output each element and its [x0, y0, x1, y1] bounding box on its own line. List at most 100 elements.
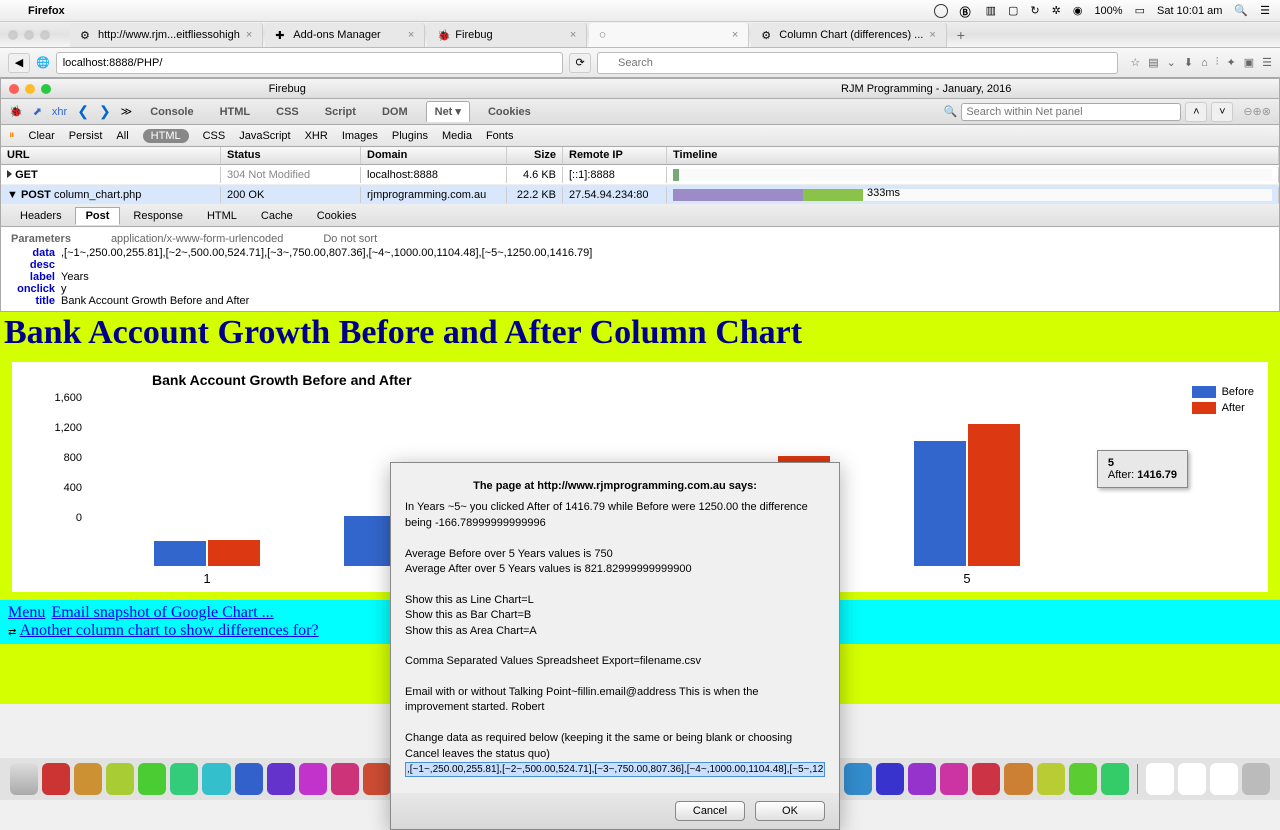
- dock-app-icon[interactable]: [1210, 763, 1238, 795]
- filter-css[interactable]: CSS: [203, 130, 226, 142]
- collapse-icon[interactable]: ▼: [7, 189, 18, 201]
- home-icon[interactable]: ⌂: [1201, 57, 1208, 69]
- next-button[interactable]: ❯: [99, 103, 111, 120]
- col-ip[interactable]: Remote IP: [563, 147, 667, 164]
- minimize-icon[interactable]: ⊖⊕⊗: [1243, 105, 1271, 118]
- close-icon[interactable]: ×: [929, 29, 935, 41]
- dialog-input[interactable]: [405, 762, 825, 777]
- close-icon[interactable]: ×: [732, 29, 738, 41]
- dock-app-icon[interactable]: [1004, 763, 1032, 795]
- tab-console[interactable]: Console: [142, 103, 201, 121]
- subtab-html[interactable]: HTML: [196, 207, 248, 225]
- firebug-icon[interactable]: 🐞: [9, 105, 23, 118]
- url-input[interactable]: [56, 52, 563, 74]
- break-icon[interactable]: ⏸: [9, 129, 15, 142]
- dock-app-icon[interactable]: [138, 763, 166, 795]
- back-button[interactable]: ◀: [8, 53, 30, 73]
- extension-icon[interactable]: ▣: [1244, 56, 1254, 69]
- menu-link[interactable]: Menu: [8, 604, 45, 621]
- filter-clear[interactable]: Clear: [29, 130, 55, 142]
- sidebar-icon[interactable]: ⫶: [1216, 56, 1219, 69]
- addon-icon[interactable]: ✦: [1227, 56, 1236, 69]
- close-icon[interactable]: ×: [408, 29, 414, 41]
- tab-css[interactable]: CSS: [268, 103, 307, 121]
- dock-app-icon[interactable]: [267, 763, 295, 795]
- dock-app-icon[interactable]: [331, 763, 359, 795]
- trash-icon[interactable]: [1242, 763, 1270, 795]
- filter-images[interactable]: Images: [342, 130, 378, 142]
- filter-xhr[interactable]: XHR: [305, 130, 328, 142]
- col-timeline[interactable]: Timeline: [667, 147, 1279, 164]
- dock-app-icon[interactable]: [106, 763, 134, 795]
- app-name[interactable]: Firefox: [28, 5, 65, 17]
- reload-button[interactable]: ⟳: [569, 53, 591, 73]
- dock-app-icon[interactable]: [1178, 763, 1206, 795]
- hamburger-icon[interactable]: ☰: [1262, 56, 1272, 69]
- browser-tab[interactable]: ⚙Column Chart (differences) ...×: [751, 23, 947, 47]
- dock-app-icon[interactable]: [74, 763, 102, 795]
- dock-app-icon[interactable]: [299, 763, 327, 795]
- subtab-response[interactable]: Response: [122, 207, 194, 225]
- browser-tab[interactable]: ✚Add-ons Manager×: [265, 23, 425, 47]
- dock-app-icon[interactable]: [10, 763, 38, 795]
- tab-net[interactable]: Net ▾: [426, 101, 470, 122]
- dock-app-icon[interactable]: [235, 763, 263, 795]
- airplay-icon[interactable]: ▢: [1008, 4, 1018, 17]
- close-icon[interactable]: ×: [246, 29, 252, 41]
- col-status[interactable]: Status: [221, 147, 361, 164]
- net-request-row-expanded[interactable]: ▼ POST column_chart.php 200 OK rjmprogra…: [1, 185, 1279, 205]
- clock[interactable]: Sat 10:01 am: [1157, 5, 1222, 17]
- bar-before[interactable]: [154, 541, 206, 566]
- subtab-post[interactable]: Post: [75, 207, 121, 225]
- filter-persist[interactable]: Persist: [69, 130, 103, 142]
- prev-button[interactable]: ❮: [77, 103, 89, 120]
- params-sort[interactable]: Do not sort: [323, 233, 377, 245]
- ok-button[interactable]: OK: [755, 801, 825, 821]
- dock-app-icon[interactable]: [1101, 763, 1129, 795]
- filter-plugins[interactable]: Plugins: [392, 130, 428, 142]
- dock-app-icon[interactable]: [844, 763, 872, 795]
- bar-before[interactable]: [914, 441, 966, 566]
- filter-js[interactable]: JavaScript: [239, 130, 290, 142]
- new-tab-button[interactable]: +: [949, 27, 973, 43]
- tab-html[interactable]: HTML: [212, 103, 259, 121]
- spotlight-icon[interactable]: 🔍: [1234, 4, 1248, 17]
- search-next[interactable]: ˅: [1211, 102, 1233, 122]
- dock-app-icon[interactable]: [940, 763, 968, 795]
- another-chart-link[interactable]: Another column chart to show differences…: [19, 622, 318, 639]
- email-link[interactable]: Email snapshot of Google Chart ...: [51, 604, 273, 621]
- net-request-row[interactable]: GET 304 Not Modified localhost:8888 4.6 …: [1, 165, 1279, 185]
- dock-app-icon[interactable]: [1037, 763, 1065, 795]
- window-controls[interactable]: [8, 30, 50, 40]
- cancel-button[interactable]: Cancel: [675, 801, 745, 821]
- search-input[interactable]: [597, 52, 1118, 74]
- dock-app-icon[interactable]: [363, 763, 391, 795]
- cmd-icon[interactable]: ≫: [121, 105, 133, 118]
- dock-app-icon[interactable]: [42, 763, 70, 795]
- timemachine-icon[interactable]: ↻: [1030, 4, 1039, 17]
- col-url[interactable]: URL: [1, 147, 221, 164]
- dock-app-icon[interactable]: [876, 763, 904, 795]
- filter-html[interactable]: HTML: [143, 129, 189, 143]
- dock-app-icon[interactable]: [1146, 763, 1174, 795]
- bar-before[interactable]: [344, 516, 396, 566]
- bar-after[interactable]: [968, 424, 1020, 566]
- search-prev[interactable]: ˄: [1185, 102, 1207, 122]
- filter-fonts[interactable]: Fonts: [486, 130, 514, 142]
- dock-app-icon[interactable]: [972, 763, 1000, 795]
- tab-cookies[interactable]: Cookies: [480, 103, 539, 121]
- dock-app-icon[interactable]: [202, 763, 230, 795]
- dock-app-icon[interactable]: [1069, 763, 1097, 795]
- subtab-cache[interactable]: Cache: [250, 207, 304, 225]
- filter-media[interactable]: Media: [442, 130, 472, 142]
- close-icon[interactable]: ×: [570, 29, 576, 41]
- pocket-icon[interactable]: ⌄: [1167, 56, 1176, 69]
- tab-script[interactable]: Script: [317, 103, 364, 121]
- xhr-icon[interactable]: xhr: [52, 106, 67, 118]
- wifi-icon[interactable]: ◉: [1073, 4, 1083, 17]
- inspect-icon[interactable]: ⬈: [33, 105, 42, 118]
- bar-after[interactable]: [208, 540, 260, 566]
- menu-icon[interactable]: ☰: [1260, 4, 1270, 17]
- reader-icon[interactable]: ▤: [1148, 56, 1158, 69]
- filter-all[interactable]: All: [116, 130, 128, 142]
